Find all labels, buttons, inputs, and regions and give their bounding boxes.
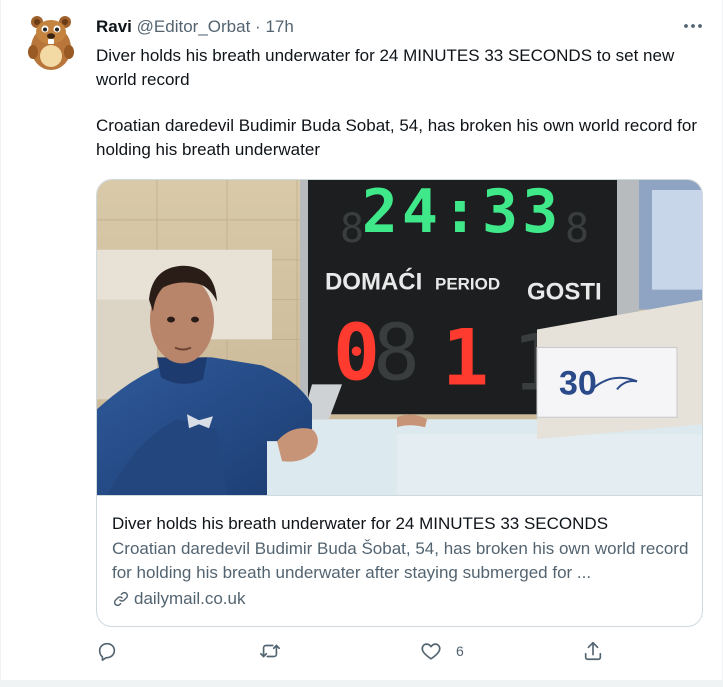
tweet-header: Ravi @Editor_Orbat · 17h xyxy=(96,16,294,38)
tweet-text-paragraph-2: Croatian daredevil Budimir Buda Sobat, 5… xyxy=(96,116,697,159)
tweet-text-paragraph-1: Diver holds his breath underwater for 24… xyxy=(96,46,675,89)
reply-icon xyxy=(98,642,116,661)
like-button[interactable]: 6 xyxy=(420,640,464,662)
scoreboard-guest-label: GOSTI xyxy=(527,279,602,306)
display-name[interactable]: Ravi xyxy=(96,17,132,36)
heart-icon xyxy=(421,643,441,660)
card-domain: dailymail.co.uk xyxy=(134,589,246,608)
svg-text:30: 30 xyxy=(559,364,597,402)
card-description: Croatian daredevil Budimir Buda Šobat, 5… xyxy=(112,539,689,582)
tweet[interactable]: Ravi @Editor_Orbat · 17h Diver holds his… xyxy=(0,0,723,687)
like-count: 6 xyxy=(456,643,464,659)
scoreboard-period-label: PERIOD xyxy=(435,275,500,294)
svg-text:8: 8 xyxy=(373,308,420,398)
scoreboard-home-label: DOMAĆI xyxy=(325,268,422,296)
share-icon xyxy=(584,641,602,661)
card-title[interactable]: Diver holds his breath underwater for 24… xyxy=(112,513,692,535)
card-body[interactable]: Diver holds his breath underwater for 24… xyxy=(112,513,692,610)
avatar[interactable] xyxy=(23,12,79,72)
link-icon xyxy=(113,591,129,607)
card-image[interactable]: 24:33 8 8 DOMAĆI PERIOD GOSTI 0 8 1 1 0 … xyxy=(97,180,703,496)
card-domain-row[interactable]: dailymail.co.uk xyxy=(112,588,692,610)
retweet-button[interactable] xyxy=(258,640,282,662)
scoreboard-period: 1 xyxy=(442,313,489,403)
link-card[interactable]: 24:33 8 8 DOMAĆI PERIOD GOSTI 0 8 1 1 0 … xyxy=(96,179,703,627)
scoreboard-time: 24:33 xyxy=(362,180,563,247)
reply-button[interactable] xyxy=(96,640,118,662)
retweet-icon xyxy=(260,644,280,658)
divider xyxy=(1,680,723,687)
tweet-text: Diver holds his breath underwater for 24… xyxy=(96,44,711,161)
share-button[interactable] xyxy=(582,640,604,662)
svg-text:8: 8 xyxy=(340,206,364,252)
timestamp[interactable]: 17h xyxy=(265,17,293,36)
separator-dot: · xyxy=(255,17,261,36)
more-icon[interactable] xyxy=(681,16,705,36)
svg-text:8: 8 xyxy=(565,206,589,252)
tweet-actions: 6 xyxy=(96,640,711,670)
user-handle[interactable]: @Editor_Orbat xyxy=(137,17,251,36)
